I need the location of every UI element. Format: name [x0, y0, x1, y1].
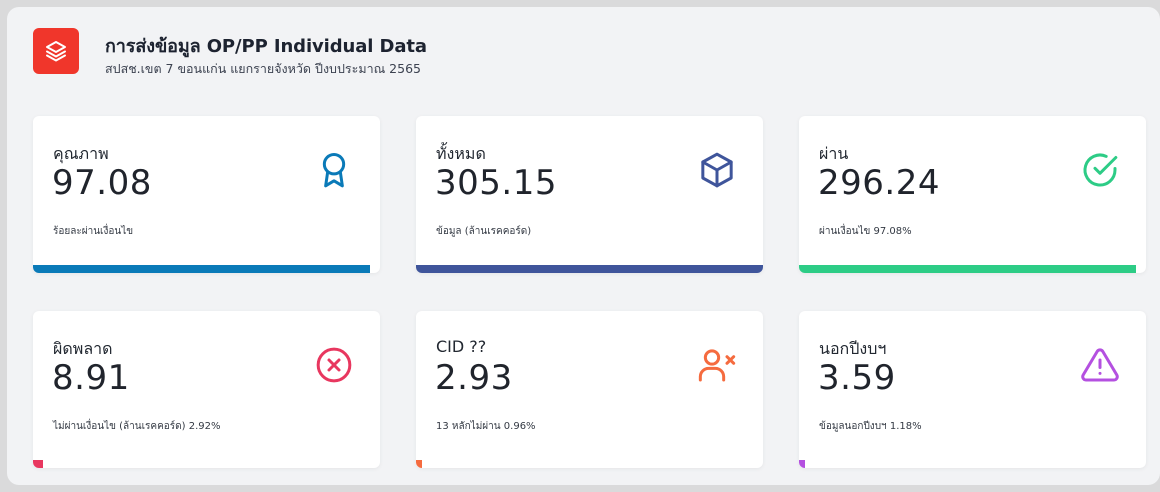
stat-note: ไม่ผ่านเงื่อนไข (ล้านเรคคอร์ด) 2.92% — [53, 421, 221, 432]
stat-label: CID ?? — [436, 337, 487, 356]
layers-icon — [33, 28, 79, 74]
progress-bar — [799, 460, 806, 468]
page-header: การส่งข้อมูล OP/PP Individual Data สปสช.… — [7, 7, 1160, 107]
stat-card-quality[interactable]: คุณภาพ 97.08 ร้อยละผ่านเงื่อนไข — [33, 116, 380, 273]
stat-value: 2.93 — [435, 358, 513, 398]
stat-value: 305.15 — [435, 163, 557, 203]
stat-note: ร้อยละผ่านเงื่อนไข — [53, 226, 134, 237]
stat-value: 3.59 — [818, 358, 896, 398]
page-title: การส่งข้อมูล OP/PP Individual Data — [105, 36, 427, 57]
stat-card-cid[interactable]: CID ?? 2.93 13 หลักไม่ผ่าน 0.96% — [416, 311, 763, 468]
stat-value: 296.24 — [818, 163, 940, 203]
stat-card-passed[interactable]: ผ่าน 296.24 ผ่านเงื่อนไข 97.08% — [799, 116, 1146, 273]
progress-bar — [33, 460, 44, 468]
page-subtitle: สปสช.เขต 7 ขอนแก่น แยกรายจังหวัด ปีงบประ… — [105, 61, 421, 76]
progress-bar — [799, 265, 1136, 273]
award-icon — [314, 150, 354, 190]
stat-card-out-of-year[interactable]: นอกปีงบฯ 3.59 ข้อมูลนอกปีงบฯ 1.18% — [799, 311, 1146, 468]
stat-value: 8.91 — [52, 358, 130, 398]
x-circle-icon — [314, 345, 354, 385]
stat-card-error[interactable]: ผิดพลาด 8.91 ไม่ผ่านเงื่อนไข (ล้านเรคคอร… — [33, 311, 380, 468]
stat-note: ผ่านเงื่อนไข 97.08% — [819, 226, 912, 237]
stat-card-total[interactable]: ทั้งหมด 305.15 ข้อมูล (ล้านเรคคอร์ด) — [416, 116, 763, 273]
stat-value: 97.08 — [52, 163, 152, 203]
dashboard-panel: การส่งข้อมูล OP/PP Individual Data สปสช.… — [7, 7, 1160, 485]
user-x-icon — [697, 345, 737, 385]
stat-note: ข้อมูล (ล้านเรคคอร์ด) — [436, 226, 532, 237]
stat-note: ข้อมูลนอกปีงบฯ 1.18% — [819, 421, 922, 432]
progress-bar — [416, 460, 423, 468]
box-icon — [697, 150, 737, 190]
stat-note: 13 หลักไม่ผ่าน 0.96% — [436, 421, 536, 432]
alert-triangle-icon — [1080, 345, 1120, 385]
progress-bar — [416, 265, 763, 273]
check-circle-icon — [1080, 150, 1120, 190]
progress-bar — [33, 265, 370, 273]
